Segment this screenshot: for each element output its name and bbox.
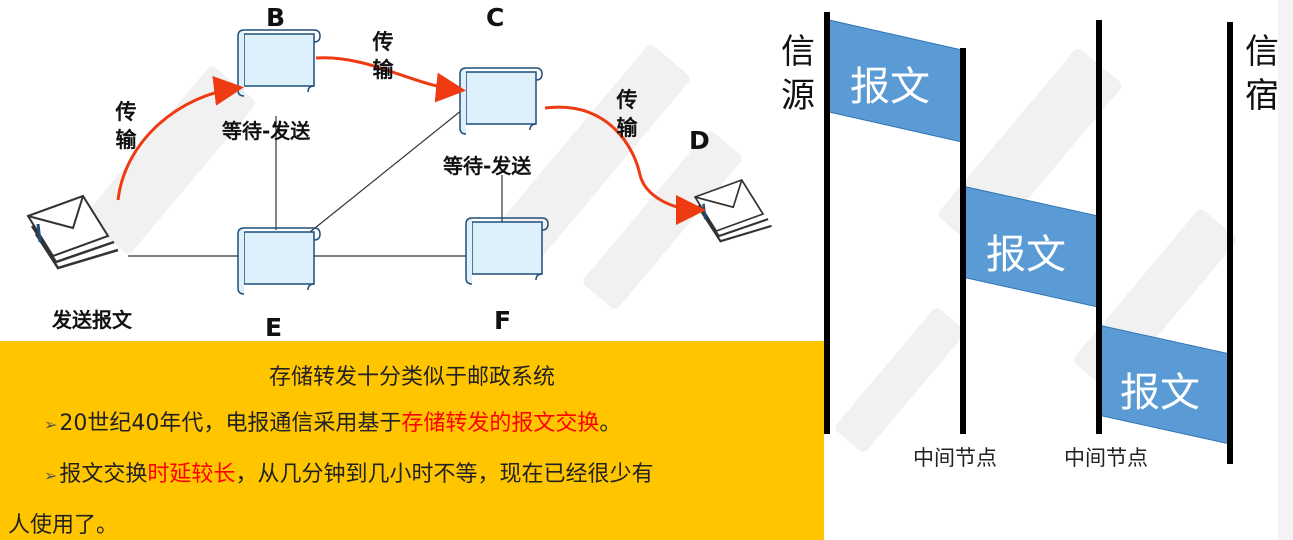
wait-send-label: 等待-发送 bbox=[222, 119, 311, 143]
dest-label: 信 宿 bbox=[1242, 30, 1282, 118]
right-edge-strip bbox=[1278, 0, 1293, 540]
panel-highlight: 存储转发的报文交换 bbox=[401, 411, 600, 436]
transmit-char: 传 bbox=[115, 100, 137, 124]
node-label-d: D bbox=[689, 126, 710, 155]
transmit-label: 传 输 bbox=[614, 86, 640, 142]
intermediate-node-label: 中间节点 bbox=[913, 446, 997, 470]
wait-send-label: 等待-发送 bbox=[443, 154, 532, 178]
dest-char: 宿 bbox=[1245, 76, 1279, 116]
node-label-f: F bbox=[494, 306, 512, 335]
envelope-icon bbox=[26, 194, 120, 270]
node-label-c: C bbox=[486, 3, 505, 32]
panel-text: ，从几分钟到几小时不等，现在已经很少有 bbox=[235, 462, 654, 487]
panel-bullet-1: ➢20世纪40年代，电报通信采用基于存储转发的报文交换。 bbox=[44, 405, 621, 437]
transmit-label: 传 输 bbox=[113, 98, 139, 154]
transmit-char: 输 bbox=[115, 128, 137, 152]
panel-text: 报文交换 bbox=[59, 462, 148, 487]
intermediate-node-label: 中间节点 bbox=[1064, 446, 1148, 470]
node-label-b: B bbox=[266, 3, 286, 32]
source-char: 源 bbox=[781, 76, 815, 116]
message-label: 报文 bbox=[986, 232, 1066, 278]
envelope-icon bbox=[693, 178, 773, 243]
dest-char: 信 bbox=[1245, 32, 1279, 72]
info-panel: 存储转发十分类似于邮政系统 ➢20世纪40年代，电报通信采用基于存储转发的报文交… bbox=[0, 341, 824, 540]
send-message-label: 发送报文 bbox=[52, 308, 132, 332]
transmit-label: 传 输 bbox=[370, 28, 396, 84]
transmit-char: 输 bbox=[372, 58, 394, 82]
message-label: 报文 bbox=[850, 64, 930, 110]
source-label: 信 源 bbox=[778, 30, 818, 118]
node-e bbox=[237, 227, 321, 295]
panel-line-3: 人使用了。 bbox=[8, 513, 119, 538]
node-label-e: E bbox=[265, 313, 283, 342]
message-label: 报文 bbox=[1120, 370, 1200, 416]
source-char: 信 bbox=[781, 32, 815, 72]
link-e-c bbox=[309, 109, 463, 233]
panel-highlight: 时延较长 bbox=[147, 462, 236, 487]
transmit-char: 传 bbox=[372, 30, 394, 54]
panel-text: 20世纪40年代，电报通信采用基于 bbox=[59, 411, 402, 436]
network-diagram bbox=[26, 29, 773, 295]
bullet-arrow-icon: ➢ bbox=[44, 415, 58, 434]
panel-bullet-2: ➢报文交换时延较长，从几分钟到几小时不等，现在已经很少有 bbox=[44, 456, 653, 488]
transmit-char: 传 bbox=[616, 88, 638, 112]
transmit-char: 输 bbox=[616, 116, 638, 140]
panel-title: 存储转发十分类似于邮政系统 bbox=[268, 365, 555, 390]
bullet-arrow-icon: ➢ bbox=[44, 466, 58, 485]
node-c bbox=[459, 67, 543, 135]
node-f bbox=[465, 217, 549, 285]
node-b bbox=[237, 29, 321, 97]
panel-text: 。 bbox=[599, 411, 622, 436]
